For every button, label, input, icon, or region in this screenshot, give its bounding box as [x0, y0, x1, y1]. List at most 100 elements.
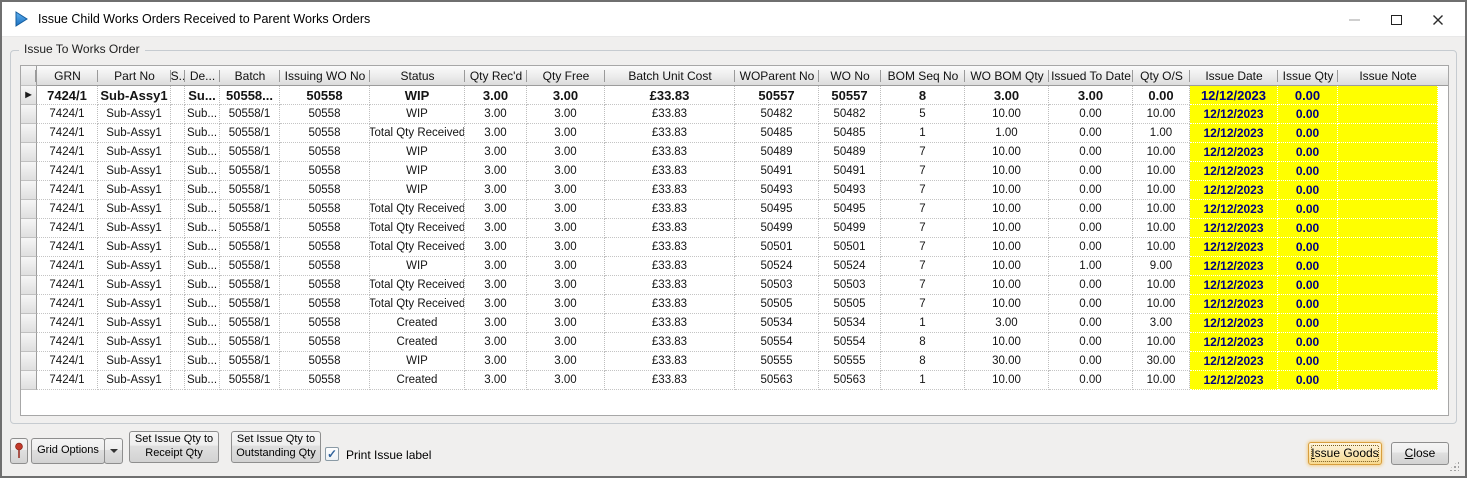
- grid-cell[interactable]: 7424/1: [37, 314, 98, 333]
- grid-cell[interactable]: 50495: [819, 200, 881, 219]
- grid-cell[interactable]: [1338, 200, 1438, 219]
- grid-cell[interactable]: 3.00: [465, 352, 527, 371]
- resize-grip[interactable]: [1448, 460, 1459, 471]
- grid-cell[interactable]: £33.83: [605, 314, 735, 333]
- column-header-woparent-no[interactable]: WOParent No: [735, 66, 819, 86]
- grid-cell[interactable]: 7424/1: [37, 352, 98, 371]
- table-row[interactable]: 7424/1 Sub-Assy1 Sub... 50558/1 50558 Total Q…: [21, 200, 1448, 219]
- grid-cell[interactable]: 0.00: [1049, 276, 1133, 295]
- grid-cell[interactable]: 3.00: [527, 238, 605, 257]
- grid-cell[interactable]: 10.00: [1133, 295, 1190, 314]
- grid-cell[interactable]: [171, 105, 185, 124]
- grid-cell[interactable]: 50482: [819, 105, 881, 124]
- row-selector[interactable]: [21, 352, 37, 371]
- grid-cell[interactable]: [1338, 295, 1438, 314]
- grid-cell[interactable]: [1338, 181, 1438, 200]
- grid-cell[interactable]: 10.00: [965, 143, 1049, 162]
- grid-cell[interactable]: 50558: [280, 105, 370, 124]
- row-selector[interactable]: [21, 295, 37, 314]
- grid-cell[interactable]: 1.00: [1133, 124, 1190, 143]
- grid-cell[interactable]: Sub-Assy1: [98, 276, 171, 295]
- grid-cell[interactable]: 7: [881, 162, 965, 181]
- grid-cell[interactable]: 0.00: [1278, 352, 1338, 371]
- grid-cell[interactable]: 3.00: [465, 314, 527, 333]
- grid-cell[interactable]: 50558/1: [220, 219, 280, 238]
- grid-cell[interactable]: 50558: [280, 86, 370, 105]
- grid-cell[interactable]: 7: [881, 143, 965, 162]
- grid-cell[interactable]: Sub-Assy1: [98, 314, 171, 333]
- grid-cell[interactable]: 0.00: [1049, 105, 1133, 124]
- column-header-de[interactable]: De...: [185, 66, 220, 86]
- grid-cell[interactable]: 12/12/2023: [1190, 105, 1278, 124]
- grid-cell[interactable]: Sub...: [185, 257, 220, 276]
- grid-cell[interactable]: 1: [881, 371, 965, 390]
- close-dialog-button[interactable]: Close: [1391, 442, 1449, 465]
- grid-cell[interactable]: 8: [881, 86, 965, 105]
- column-header-issue-note[interactable]: Issue Note: [1338, 66, 1438, 86]
- column-header-qty-rec-d[interactable]: Qty Rec'd: [465, 66, 527, 86]
- grid-cell[interactable]: £33.83: [605, 105, 735, 124]
- column-header-issued-to-date[interactable]: Issued To Date: [1049, 66, 1133, 86]
- grid-cell[interactable]: Sub-Assy1: [98, 124, 171, 143]
- grid-cell[interactable]: 7424/1: [37, 105, 98, 124]
- grid-cell[interactable]: Sub-Assy1: [98, 371, 171, 390]
- grid-cell[interactable]: 3.00: [527, 105, 605, 124]
- grid-cell[interactable]: 0.00: [1049, 314, 1133, 333]
- column-header-batch-unit-cost[interactable]: Batch Unit Cost: [605, 66, 735, 86]
- grid-cell[interactable]: 10.00: [965, 105, 1049, 124]
- grid-cell[interactable]: 50558/1: [220, 352, 280, 371]
- grid-cell[interactable]: 50555: [735, 352, 819, 371]
- grid-cell[interactable]: 10.00: [965, 257, 1049, 276]
- grid-cell[interactable]: [171, 333, 185, 352]
- grid-cell[interactable]: 0.00: [1278, 105, 1338, 124]
- grid-cell[interactable]: 50558/1: [220, 200, 280, 219]
- grid-cell[interactable]: 50563: [819, 371, 881, 390]
- grid-cell[interactable]: Sub-Assy1: [98, 333, 171, 352]
- grid-cell[interactable]: 12/12/2023: [1190, 295, 1278, 314]
- grid-cell[interactable]: 3.00: [1133, 314, 1190, 333]
- grid-cell[interactable]: 7424/1: [37, 276, 98, 295]
- row-selector[interactable]: [21, 314, 37, 333]
- grid-cell[interactable]: 50558/1: [220, 257, 280, 276]
- grid-cell[interactable]: £33.83: [605, 143, 735, 162]
- row-selector[interactable]: [21, 105, 37, 124]
- grid-cell[interactable]: 0.00: [1049, 143, 1133, 162]
- row-selector[interactable]: [21, 276, 37, 295]
- table-row[interactable]: 7424/1 Sub-Assy1 Sub... 50558/1 50558 WIP 3.00…: [21, 181, 1448, 200]
- grid-cell[interactable]: 50558: [280, 276, 370, 295]
- grid-cell[interactable]: 50493: [735, 181, 819, 200]
- grid-cell[interactable]: 50489: [735, 143, 819, 162]
- row-selector[interactable]: [21, 181, 37, 200]
- grid-cell[interactable]: 50558: [280, 162, 370, 181]
- row-selector[interactable]: [21, 238, 37, 257]
- table-row[interactable]: 7424/1 Sub-Assy1 Sub... 50558/1 50558 WIP 3.00…: [21, 352, 1448, 371]
- grid-cell[interactable]: 3.00: [465, 371, 527, 390]
- grid-cell[interactable]: 7: [881, 219, 965, 238]
- grid-cell[interactable]: WIP: [370, 143, 465, 162]
- grid-cell[interactable]: 10.00: [1133, 162, 1190, 181]
- grid-cell[interactable]: £33.83: [605, 352, 735, 371]
- grid-cell[interactable]: 3.00: [527, 276, 605, 295]
- table-row[interactable]: 7424/1 Sub-Assy1 Sub... 50558/1 50558 WIP 3.00…: [21, 257, 1448, 276]
- grid-cell[interactable]: 0.00: [1049, 124, 1133, 143]
- grid-cell[interactable]: 0.00: [1278, 143, 1338, 162]
- column-header-qty-o-s[interactable]: Qty O/S: [1133, 66, 1190, 86]
- grid-cell[interactable]: 50558/1: [220, 105, 280, 124]
- grid-cell[interactable]: Sub...: [185, 105, 220, 124]
- grid-cell[interactable]: 3.00: [527, 257, 605, 276]
- grid-cell[interactable]: 12/12/2023: [1190, 238, 1278, 257]
- grid-cell[interactable]: 7: [881, 238, 965, 257]
- grid-cell[interactable]: 7: [881, 200, 965, 219]
- grid-cell[interactable]: 10.00: [1133, 238, 1190, 257]
- grid-cell[interactable]: 50557: [819, 86, 881, 105]
- grid-cell[interactable]: 50491: [735, 162, 819, 181]
- grid-cell[interactable]: Sub...: [185, 295, 220, 314]
- grid-cell[interactable]: 3.00: [465, 238, 527, 257]
- grid-cell[interactable]: [171, 86, 185, 105]
- grid-cell[interactable]: 50485: [735, 124, 819, 143]
- table-row[interactable]: 7424/1 Sub-Assy1 Sub... 50558/1 50558 WIP 3.00…: [21, 105, 1448, 124]
- grid-cell[interactable]: £33.83: [605, 371, 735, 390]
- grid-cell[interactable]: Total Qty Received: [370, 276, 465, 295]
- grid-cell[interactable]: 50558: [280, 371, 370, 390]
- grid-cell[interactable]: [1338, 257, 1438, 276]
